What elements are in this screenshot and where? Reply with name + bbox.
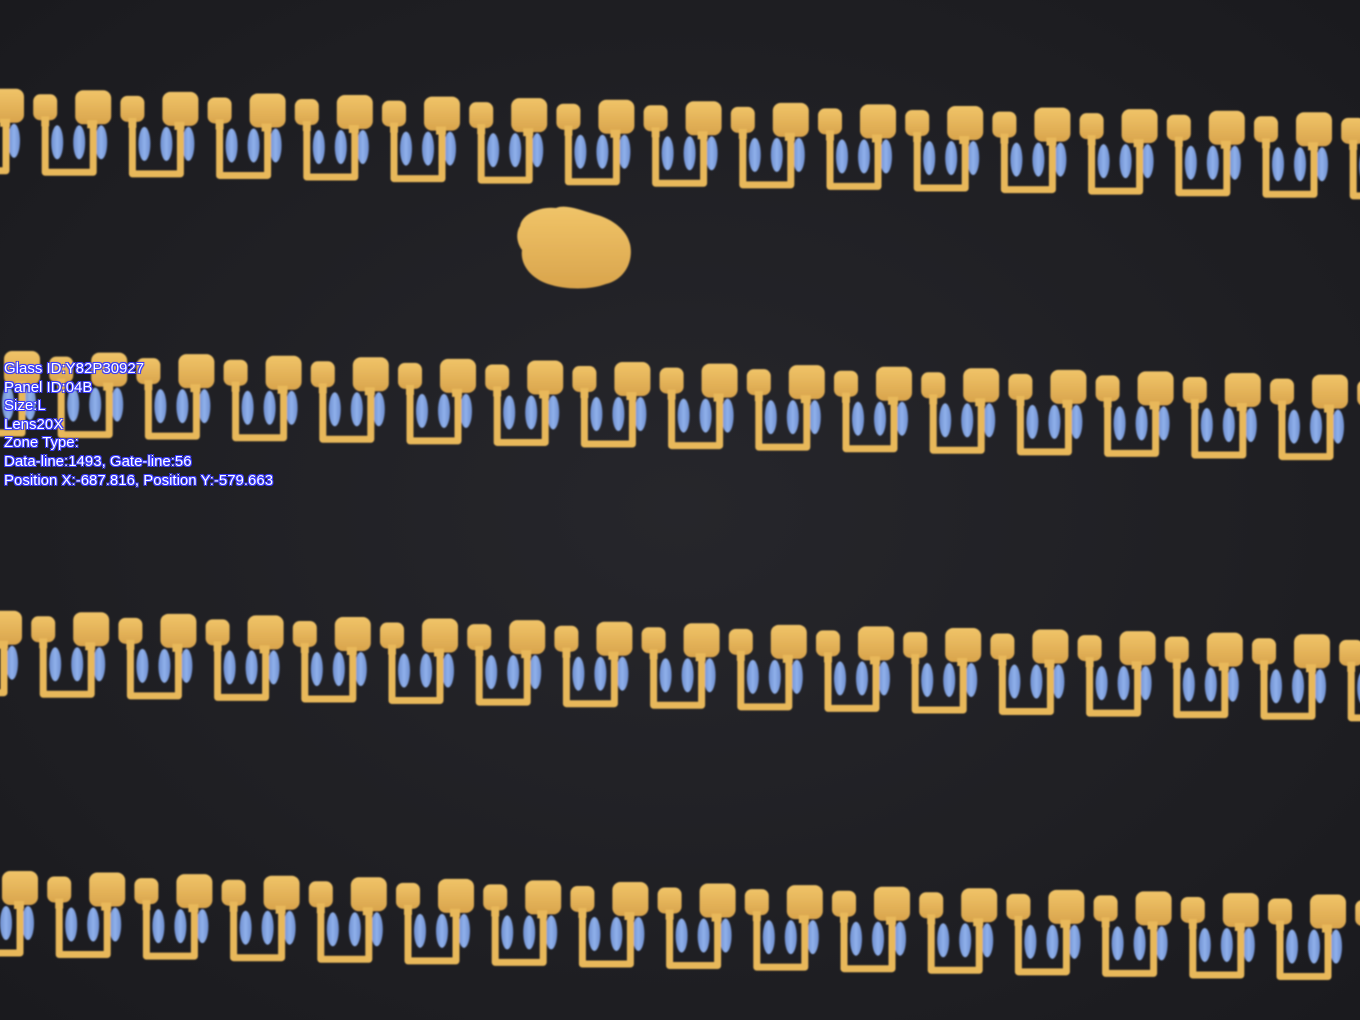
electrode-unit bbox=[396, 878, 474, 965]
glass-id-text: Glass ID:Y82P30927 bbox=[4, 360, 145, 377]
electrode-unit bbox=[380, 618, 458, 705]
electrode-unit bbox=[47, 872, 126, 959]
electrode-unit bbox=[556, 99, 635, 186]
electrode-unit bbox=[730, 102, 809, 189]
electrode-unit bbox=[382, 96, 460, 183]
electrode-unit bbox=[572, 362, 651, 448]
electrode-unit bbox=[0, 88, 24, 175]
electrode-unit bbox=[919, 888, 998, 974]
electrode-unit bbox=[832, 886, 910, 973]
electrode-unit bbox=[1252, 634, 1330, 720]
defect-particle bbox=[517, 206, 631, 289]
lens-text: Lens20X bbox=[4, 415, 64, 433]
electrode-unit bbox=[207, 93, 286, 179]
electrode-unit bbox=[1182, 373, 1261, 459]
electrode-unit bbox=[1077, 631, 1156, 717]
electrode-unit bbox=[657, 883, 736, 970]
electrode-unit bbox=[1180, 892, 1259, 979]
electrode-unit bbox=[118, 613, 197, 700]
electrode-unit bbox=[905, 106, 984, 192]
microscope-image: Glass ID:Y82P30927 Panel ID:04B Size:L L… bbox=[0, 0, 1360, 1020]
electrode-unit bbox=[659, 363, 738, 450]
electrode-unit bbox=[1268, 894, 1346, 981]
electrode-unit bbox=[903, 627, 982, 714]
position-text: Position X:-687.816, Position Y:-579.663 bbox=[4, 471, 274, 489]
size-text: Size:L bbox=[4, 397, 46, 415]
electrode-unit bbox=[221, 875, 300, 962]
electrode-unit bbox=[1355, 900, 1360, 926]
panel-id-text: Panel ID:04B bbox=[4, 378, 93, 396]
electrode-unit bbox=[292, 616, 371, 703]
electrode-unit bbox=[992, 107, 1071, 194]
electrode-unit bbox=[0, 610, 22, 697]
electrode-unit bbox=[31, 612, 110, 698]
electrode-unit bbox=[310, 357, 389, 443]
electrode-row bbox=[0, 610, 1360, 722]
electrode-unit bbox=[1095, 371, 1174, 457]
electrode-unit bbox=[921, 368, 1000, 454]
electrode-unit bbox=[641, 623, 720, 709]
electrode-unit bbox=[308, 877, 387, 963]
electrode-unit bbox=[205, 615, 284, 701]
electrode-row bbox=[0, 88, 1360, 200]
electrode-unit bbox=[744, 885, 823, 971]
electrode-row bbox=[0, 870, 1360, 981]
electrode-unit bbox=[467, 620, 546, 706]
electrode-unit bbox=[0, 870, 38, 957]
electrode-unit bbox=[990, 629, 1069, 716]
electrode-unit bbox=[294, 95, 373, 181]
pattern-scene bbox=[0, 88, 1360, 981]
electrode-unit bbox=[1341, 117, 1360, 200]
electrode-unit bbox=[33, 90, 112, 176]
electrode-unit bbox=[398, 358, 476, 445]
electrode-unit bbox=[816, 626, 894, 712]
electrode-unit bbox=[818, 104, 896, 190]
electrode-unit bbox=[1254, 112, 1332, 198]
electrode-unit bbox=[643, 101, 722, 187]
electrode-unit bbox=[134, 874, 213, 960]
electrode-unit bbox=[120, 91, 199, 178]
electrode-unit bbox=[1008, 369, 1087, 456]
electrode-unit bbox=[469, 98, 548, 184]
electrode-unit bbox=[1270, 374, 1348, 461]
electrode-unit bbox=[570, 881, 649, 968]
electrode-rows bbox=[0, 88, 1360, 981]
inspection-info-overlay: Glass ID:Y82P30927 Panel ID:04B Size:L L… bbox=[4, 360, 273, 490]
electrode-unit bbox=[485, 360, 564, 446]
electrode-unit bbox=[1093, 891, 1172, 977]
zone-type-text: Zone Type: bbox=[4, 434, 79, 452]
electrode-unit bbox=[483, 880, 562, 966]
electrode-unit bbox=[1339, 639, 1360, 722]
electrode-unit bbox=[1166, 110, 1245, 197]
electrode-unit bbox=[1079, 109, 1158, 195]
electrode-unit bbox=[554, 621, 633, 708]
electrode-unit bbox=[1164, 632, 1243, 719]
electrode-unit bbox=[1006, 889, 1085, 976]
electrode-unit bbox=[728, 624, 807, 711]
electrode-unit bbox=[746, 365, 825, 451]
electrode-unit bbox=[834, 366, 912, 453]
line-index-text: Data-line:1493, Gate-line:56 bbox=[4, 452, 192, 470]
